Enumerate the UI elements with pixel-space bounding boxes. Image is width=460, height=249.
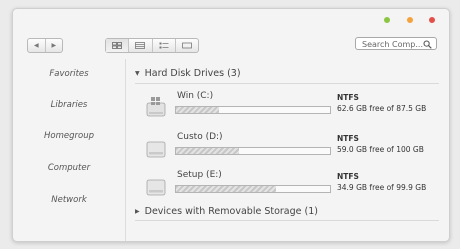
expanded-triangle-icon: ▼ [135,70,140,77]
drive-usage-bar [175,106,331,114]
group-header-hard-disk-drives[interactable]: ▼ Hard Disk Drives (3) [135,68,241,79]
sidebar-item-label: Computer [47,163,91,173]
view-tiles-button[interactable] [174,39,198,52]
drive-item-d[interactable]: Custo (D:) NTFS 59.0 GB free of 100 GB [145,132,445,166]
drive-name: Setup (E:) [177,170,222,180]
windows-drive-icon [146,97,166,117]
search-icon [423,40,432,49]
view-mode-buttons [105,38,199,53]
drive-item-c[interactable]: Win (C:) NTFS 62.6 GB free of 87.5 GB [145,91,445,125]
drive-usage-fill [176,148,240,154]
sidebar-item-label: Homegroup [44,131,94,141]
sidebar-item-label: Favorites [49,69,89,79]
search-placeholder: Search Comp... [362,40,424,49]
minimize-button[interactable] [384,17,390,23]
navigation-buttons: ◀ ▶ [27,38,63,53]
drive-usage-bar [175,185,331,193]
details-view-icon [135,42,146,49]
forward-button[interactable]: ▶ [44,39,63,52]
large-icons-view-icon [112,42,123,49]
drive-usage-bar [175,147,331,155]
sidebar-item-favorites[interactable]: Favorites [13,69,125,79]
collapsed-triangle-icon: ▶ [135,208,140,215]
drive-item-e[interactable]: Setup (E:) NTFS 34.9 GB free of 99.9 GB [145,170,445,204]
group-label: Devices with Removable Storage (1) [144,206,318,217]
group-divider [135,83,439,84]
group-label: Hard Disk Drives (3) [144,68,241,79]
drive-usage-fill [176,107,220,113]
drive-filesystem: NTFS [337,93,359,102]
drive-name: Win (C:) [177,91,214,101]
group-header-removable-storage[interactable]: ▶ Devices with Removable Storage (1) [135,206,318,217]
maximize-button[interactable] [407,17,413,23]
drive-name: Custo (D:) [177,132,223,142]
view-list-button[interactable] [151,39,175,52]
sidebar-item-network[interactable]: Network [13,195,125,205]
drive-usage-fill [176,186,277,192]
sidebar-item-libraries[interactable]: Libraries [13,100,125,110]
toolbar: ◀ ▶ Search Comp... [13,33,449,59]
view-details-button[interactable] [128,39,151,52]
drive-free-space: 59.0 GB free of 100 GB [337,145,424,154]
search-input[interactable]: Search Comp... [355,37,437,50]
list-view-icon [159,42,169,49]
group-divider [135,220,439,221]
drive-filesystem: NTFS [337,172,359,181]
sidebar-item-label: Network [51,195,87,205]
tiles-view-icon [181,42,192,49]
forward-arrow-icon: ▶ [51,42,57,49]
drive-free-space: 34.9 GB free of 99.9 GB [337,183,427,192]
navigation-sidebar: Favorites Libraries Homegroup Computer N… [13,59,126,241]
view-large-icons-button[interactable] [106,39,129,52]
sidebar-item-computer[interactable]: Computer [13,163,125,173]
back-arrow-icon: ◀ [33,42,39,49]
content-pane: ▼ Hard Disk Drives (3) Win (C:) NTFS 62.6… [125,59,449,241]
drive-free-space: 62.6 GB free of 87.5 GB [337,104,427,113]
back-button[interactable]: ◀ [28,39,45,52]
explorer-window: ◀ ▶ Search Comp... Favorites Libraries H… [12,8,450,242]
sidebar-item-label: Libraries [50,100,88,110]
hard-drive-icon [146,141,166,158]
sidebar-item-homegroup[interactable]: Homegroup [13,131,125,141]
drive-filesystem: NTFS [337,134,359,143]
title-bar [13,9,449,31]
hard-drive-icon [146,179,166,196]
close-button[interactable] [429,17,435,23]
